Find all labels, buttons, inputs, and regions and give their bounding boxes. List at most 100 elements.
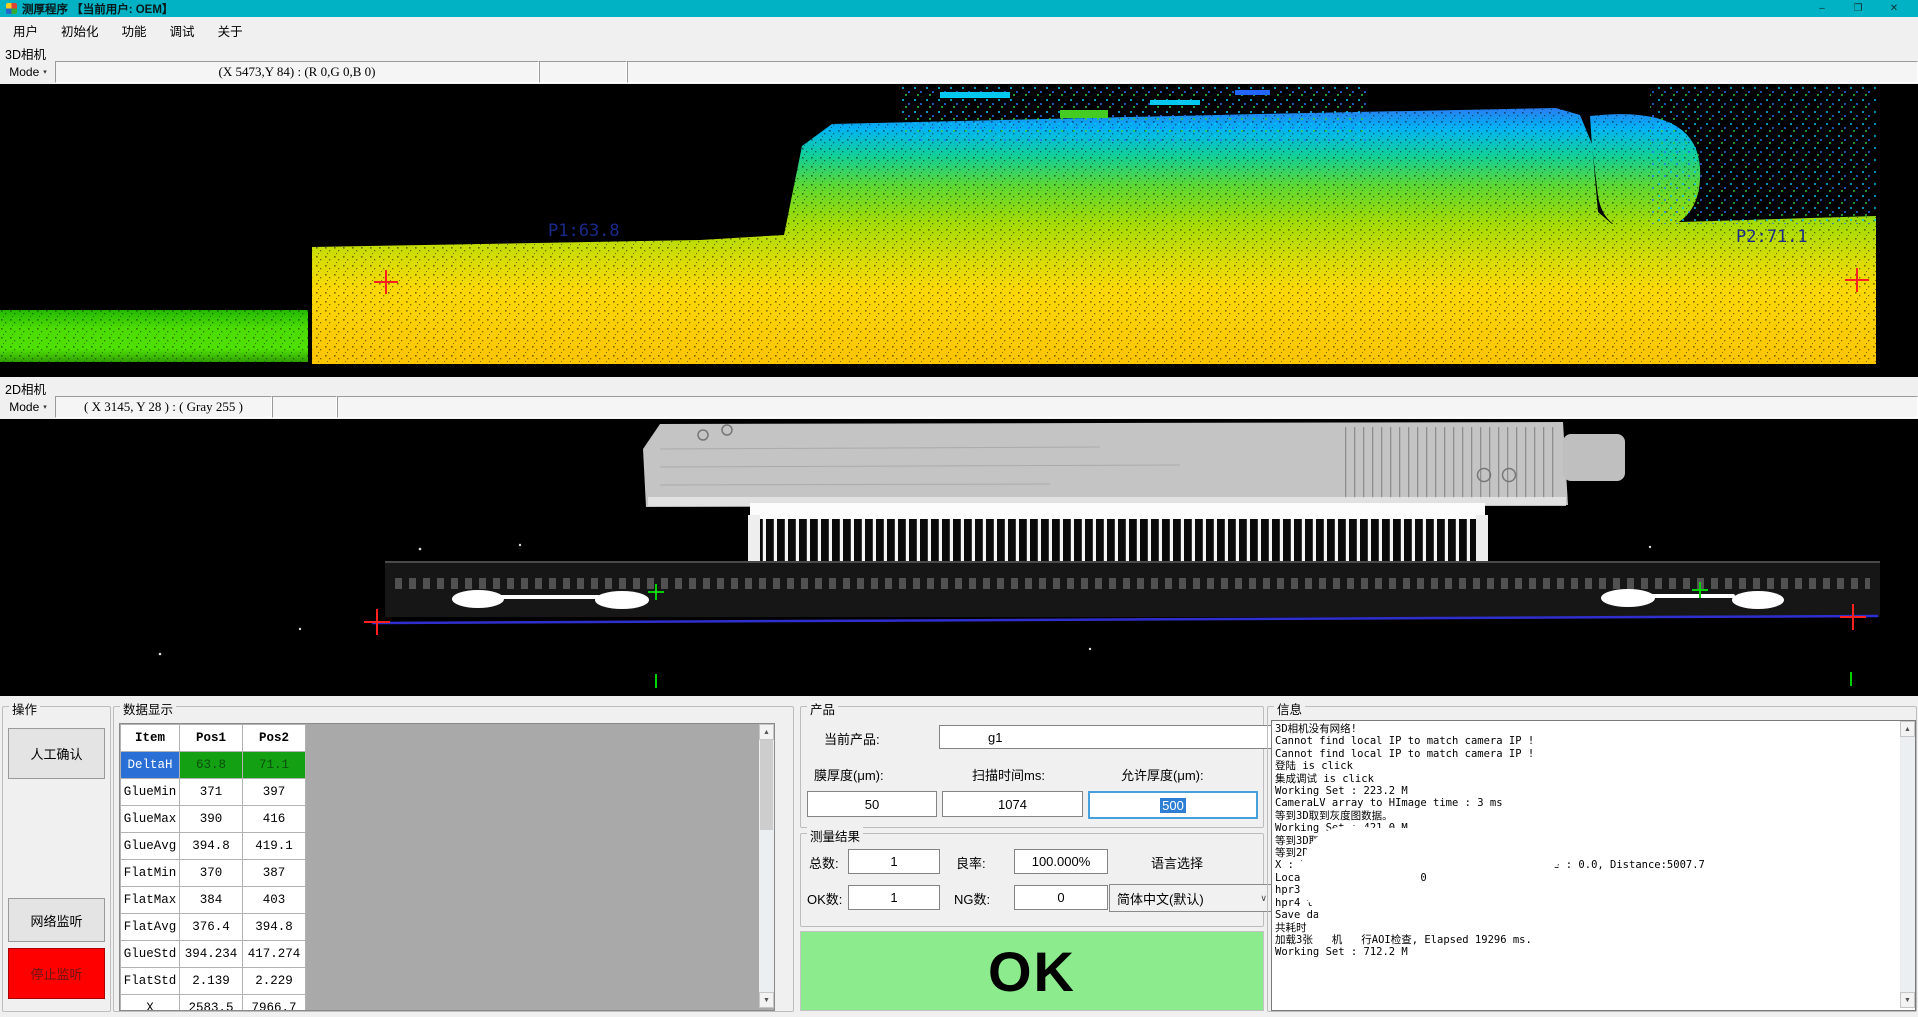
menu-item-2[interactable]: 功能: [112, 18, 157, 43]
table-row[interactable]: GlueMin371397: [121, 779, 306, 806]
cam2d-mode-button[interactable]: Mode ▾: [2, 396, 54, 418]
speck: [940, 92, 1010, 98]
data-grid[interactable]: ItemPos1Pos2DeltaH63.871.1GlueMin371397G…: [119, 723, 775, 1011]
total-label: 总数:: [809, 853, 839, 872]
allowed-thickness-field[interactable]: 500: [1088, 791, 1258, 819]
table-row[interactable]: GlueAvg394.8419.1: [121, 833, 306, 860]
table-row[interactable]: FlatStd2.1392.229: [121, 968, 306, 995]
table-item-cell: GlueMax: [121, 806, 180, 833]
results-panel-title: 测量结果: [807, 826, 863, 845]
scroll-up-icon[interactable]: ▲: [1900, 721, 1915, 737]
p1-measurement-label: P1:63.8: [548, 221, 620, 241]
table-value-cell: 416: [243, 806, 306, 833]
stop-listen-button[interactable]: 停止监听: [8, 948, 105, 999]
window-controls: – ❐ ✕: [1804, 0, 1912, 17]
yield-field[interactable]: 100.000%: [1014, 849, 1108, 874]
ng-count-field[interactable]: 0: [1014, 885, 1108, 910]
operation-panel: 操作 人工确认 网络监听 停止监听: [2, 706, 111, 1012]
table-value-cell: 387: [243, 860, 306, 887]
table-row[interactable]: FlatMax384403: [121, 887, 306, 914]
connector-end-right: [1476, 515, 1488, 565]
title-bar: 测厚程序 【当前用户: OEM】 – ❐ ✕: [0, 0, 1918, 17]
film-thickness-label: 膜厚度(μm):: [814, 765, 884, 784]
allowed-thickness-value: 500: [1160, 798, 1186, 813]
table-row[interactable]: DeltaH63.871.1: [121, 752, 306, 779]
table-value-cell: 2.229: [243, 968, 306, 995]
redaction-blob: [1318, 899, 1858, 931]
language-select-dropdown[interactable]: 简体中文(默认) ∨: [1109, 884, 1275, 912]
info-panel-title: 信息: [1274, 699, 1305, 718]
table-item-cell: DeltaH: [121, 752, 180, 779]
results-panel: 测量结果 总数: 1 良率: 100.000% 语言选择 OK数: 1 NG数:…: [800, 833, 1264, 927]
table-row[interactable]: FlatAvg376.4394.8: [121, 914, 306, 941]
current-product-field[interactable]: g1: [939, 725, 1303, 749]
connector-top: [750, 503, 1485, 520]
data-display-title: 数据显示: [120, 699, 176, 718]
menu-item-0[interactable]: 用户: [3, 18, 48, 43]
current-product-value: g1: [988, 730, 1002, 745]
cam2d-viewport[interactable]: [0, 419, 1918, 696]
chevron-down-icon: ▾: [43, 403, 47, 411]
table-value-cell: 370: [180, 860, 243, 887]
grid-scrollbar[interactable]: ▲ ▼: [759, 724, 774, 1008]
table-value-cell: 7966.7: [243, 995, 306, 1012]
cam3d-section-label: 3D相机: [5, 44, 46, 59]
table-row[interactable]: GlueMax390416: [121, 806, 306, 833]
language-selected-value: 简体中文(默认): [1117, 889, 1204, 908]
scan-time-field[interactable]: 1074: [942, 791, 1083, 817]
noise-overlay-strip: [0, 310, 308, 362]
table-item-cell: FlatMin: [121, 860, 180, 887]
scrollbar-thumb[interactable]: [760, 740, 773, 830]
scan-time-label: 扫描时间ms:: [972, 765, 1045, 784]
cam3d-mode-button[interactable]: Mode ▾: [2, 61, 54, 83]
table-row[interactable]: X2583.57966.7: [121, 995, 306, 1012]
cam3d-pixel-status: (X 5473,Y 84) : (R 0,G 0,B 0): [55, 61, 539, 83]
log-line: CameraLV array to HImage time : 3 ms: [1275, 797, 1736, 809]
table-row[interactable]: FlatMin370387: [121, 860, 306, 887]
cam3d-viewport[interactable]: P1:63.8 P2:71.1: [0, 84, 1918, 377]
cam2d-status-cell-3: [337, 396, 1918, 418]
flex-pcb-tab: [1563, 434, 1625, 481]
scroll-down-icon[interactable]: ▼: [759, 992, 774, 1008]
table-header-cell: Item: [121, 725, 180, 752]
film-thickness-field[interactable]: 50: [807, 791, 937, 817]
table-value-cell: 384: [180, 887, 243, 914]
table-value-cell: 63.8: [180, 752, 243, 779]
menu-item-1[interactable]: 初始化: [51, 18, 109, 43]
table-value-cell: 2.139: [180, 968, 243, 995]
ok-count-field[interactable]: 1: [848, 885, 940, 910]
menu-bar: 用户初始化功能调试关于: [0, 17, 1918, 43]
operation-panel-title: 操作: [9, 699, 40, 718]
scroll-up-icon[interactable]: ▲: [759, 724, 774, 740]
log-line: 集成调试 is click: [1275, 773, 1736, 785]
scatter-noise-right: [1650, 84, 1876, 224]
network-listen-button[interactable]: 网络监听: [8, 898, 105, 942]
log-line: 登陆 is click: [1275, 760, 1736, 772]
log-line: Working Set : 712.2 M: [1275, 946, 1736, 958]
table-row[interactable]: GlueStd394.234417.274: [121, 941, 306, 968]
menu-item-4[interactable]: 关于: [208, 18, 253, 43]
maximize-icon[interactable]: ❐: [1840, 0, 1876, 17]
close-icon[interactable]: ✕: [1876, 0, 1912, 17]
cam3d-status-cell-3: [627, 61, 1918, 83]
table-value-cell: 394.8: [180, 833, 243, 860]
window-title: 测厚程序 【当前用户: OEM】: [22, 1, 173, 17]
scroll-down-icon[interactable]: ▼: [1900, 992, 1915, 1008]
log-scrollbar[interactable]: ▲ ▼: [1900, 721, 1915, 1008]
app-window: 测厚程序 【当前用户: OEM】 – ❐ ✕ 用户初始化功能调试关于 3D相机 …: [0, 0, 1918, 1017]
minimize-icon[interactable]: –: [1804, 0, 1840, 17]
total-field[interactable]: 1: [848, 849, 940, 874]
language-select-label: 语言选择: [1151, 853, 1203, 872]
data-display-panel: 数据显示 ItemPos1Pos2DeltaH63.871.1GlueMin37…: [113, 706, 794, 1012]
cam3d-status-cell-2: [539, 61, 627, 83]
yield-label: 良率:: [956, 853, 986, 872]
table-item-cell: GlueMin: [121, 779, 180, 806]
ng-count-label: NG数:: [954, 889, 990, 908]
manual-confirm-button[interactable]: 人工确认: [8, 728, 105, 779]
app-icon: [6, 3, 17, 14]
current-product-label: 当前产品:: [824, 729, 880, 748]
product-panel: 产品 当前产品: g1 膜厚度(μm): 扫描时间ms: 允许厚度(μm): 5…: [800, 706, 1264, 828]
menu-item-3[interactable]: 调试: [160, 18, 205, 43]
carrier-pads: [395, 569, 1870, 589]
table-item-cell: FlatMax: [121, 887, 180, 914]
